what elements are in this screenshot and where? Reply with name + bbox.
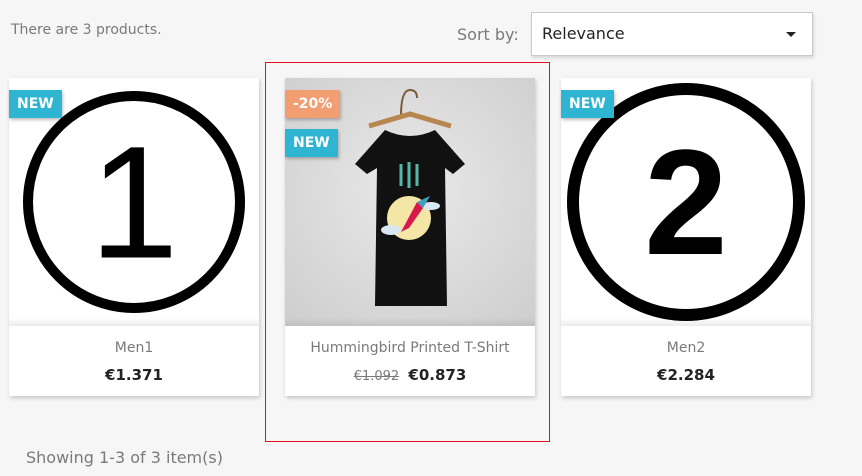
price: €1.371 — [105, 366, 163, 384]
product-card[interactable]: 1 NEW Men1 €1.371 — [9, 78, 259, 396]
product-count: There are 3 products. — [11, 22, 162, 38]
new-badge: NEW — [561, 90, 614, 118]
product-title[interactable]: Men2 — [561, 340, 811, 356]
sort-value: Relevance — [542, 24, 625, 43]
price: €2.284 — [657, 366, 715, 384]
product-card[interactable]: 2 NEW Men2 €2.284 — [561, 78, 811, 396]
new-badge: NEW — [9, 90, 62, 118]
image-digit: 2 — [644, 118, 727, 286]
product-title[interactable]: Men1 — [9, 340, 259, 356]
price-row: €2.284 — [561, 366, 811, 384]
pagination-summary: Showing 1-3 of 3 item(s) — [26, 448, 223, 467]
sort-select[interactable]: Relevance — [531, 12, 813, 56]
selection-highlight — [265, 62, 550, 442]
image-digit: 1 — [90, 113, 179, 292]
sort-label: Sort by: — [457, 25, 519, 44]
chevron-down-icon — [786, 32, 796, 37]
price-row: €1.371 — [9, 366, 259, 384]
